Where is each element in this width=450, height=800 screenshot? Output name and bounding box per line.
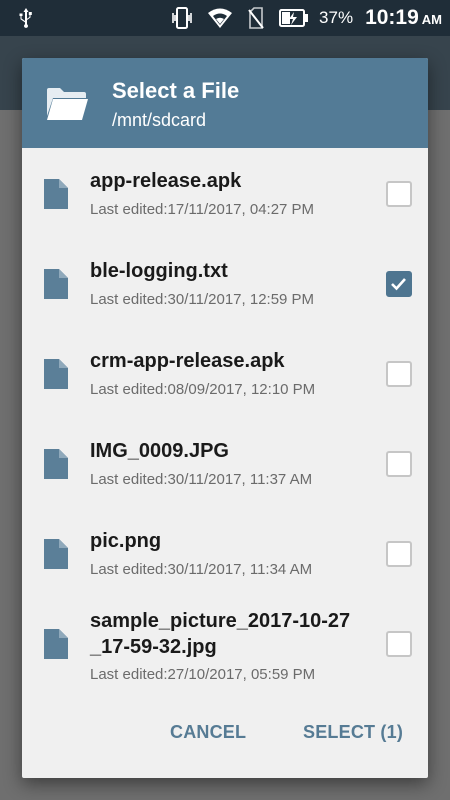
- file-row[interactable]: IMG_0009.JPG Last edited:30/11/2017, 11:…: [22, 418, 428, 508]
- file-name: sample_picture_2017-10-27 _17-59-32.jpg: [90, 610, 351, 658]
- file-name: IMG_0009.JPG: [90, 440, 229, 462]
- clock-ampm: AM: [421, 12, 442, 27]
- file-list: app-release.apk Last edited:17/11/2017, …: [22, 148, 428, 688]
- no-signal-icon: [248, 7, 264, 29]
- file-checkbox[interactable]: [386, 631, 412, 657]
- file-date: Last edited:30/11/2017, 11:34 AM: [90, 561, 313, 578]
- file-name: pic.png: [90, 530, 162, 552]
- dialog-header: Select a File /mnt/sdcard: [22, 58, 428, 148]
- file-icon: [44, 269, 68, 299]
- clock: 10:19 AM: [365, 6, 442, 30]
- file-row[interactable]: app-release.apk Last edited:17/11/2017, …: [22, 148, 428, 238]
- select-button[interactable]: SELECT (1): [303, 722, 403, 743]
- file-checkbox[interactable]: [386, 451, 412, 477]
- file-name: app-release.apk: [90, 170, 242, 192]
- dialog-title: Select a File: [112, 78, 240, 103]
- file-checkbox[interactable]: [386, 181, 412, 207]
- file-checkbox[interactable]: [386, 541, 412, 567]
- file-row[interactable]: crm-app-release.apk Last edited:08/09/20…: [22, 328, 428, 418]
- folder-icon: [47, 88, 88, 120]
- wifi-icon: [208, 8, 233, 28]
- select-file-dialog: Select a File /mnt/sdcard app-release.ap…: [22, 58, 428, 778]
- battery-percentage: 37%: [319, 8, 354, 27]
- file-checkbox[interactable]: [386, 271, 412, 297]
- file-icon: [44, 449, 68, 479]
- file-row[interactable]: pic.png Last edited:30/11/2017, 11:34 AM: [22, 508, 428, 598]
- file-icon: [44, 359, 68, 389]
- usb-icon: [19, 8, 32, 28]
- file-row[interactable]: sample_picture_2017-10-27 _17-59-32.jpg L…: [22, 598, 428, 688]
- status-bar: 37% 10:19 AM: [0, 0, 450, 36]
- file-icon: [44, 629, 68, 659]
- file-date: Last edited:27/10/2017, 05:59 PM: [90, 666, 316, 683]
- file-date: Last edited:17/11/2017, 04:27 PM: [90, 201, 315, 218]
- clock-time: 10:19: [365, 6, 419, 29]
- file-icon: [44, 539, 68, 569]
- file-icon: [44, 179, 68, 209]
- dialog-actions: CANCEL SELECT (1): [22, 712, 428, 756]
- vibrate-icon: [172, 7, 192, 29]
- file-row[interactable]: ble-logging.txt Last edited:30/11/2017, …: [22, 238, 428, 328]
- cancel-button[interactable]: CANCEL: [170, 722, 246, 743]
- dialog-path: /mnt/sdcard: [112, 110, 207, 130]
- file-checkbox[interactable]: [386, 361, 412, 387]
- file-name: ble-logging.txt: [90, 260, 228, 282]
- file-date: Last edited:30/11/2017, 12:59 PM: [90, 291, 315, 308]
- file-date: Last edited:30/11/2017, 11:37 AM: [90, 471, 313, 488]
- battery-charging-icon: [279, 9, 309, 27]
- checkmark-icon: [391, 278, 406, 291]
- file-date: Last edited:08/09/2017, 12:10 PM: [90, 381, 316, 398]
- file-name: crm-app-release.apk: [90, 350, 285, 372]
